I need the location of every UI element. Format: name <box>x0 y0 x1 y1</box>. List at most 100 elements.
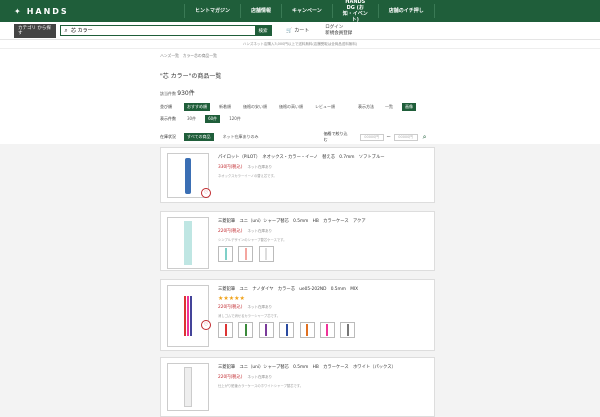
rating-stars[interactable]: ★★★★★ <box>218 295 359 302</box>
sort-reviews[interactable]: レビュー順 <box>312 103 338 111</box>
nav-store-info[interactable]: 店舗情報 <box>240 4 281 18</box>
favorite-heart-icon[interactable]: ♡ <box>201 320 211 330</box>
lead-case-blue-image <box>185 157 191 194</box>
cart-label: カート <box>294 28 310 34</box>
product-price: 330円(税込) <box>218 165 243 170</box>
search-bar-area: カテゴリ から探す ⌕ 検索 🛒 カート ログイン 新規会員登録 <box>0 22 600 40</box>
breadcrumb[interactable]: ハンズ一覧 カラー芯の商品一覧 <box>160 49 440 59</box>
per-page-120[interactable]: 120件 <box>226 115 244 123</box>
results-header: ハンズ一覧 カラー芯の商品一覧 "芯 カラー"の商品一覧 該当件数 930件 並… <box>0 49 600 144</box>
logo[interactable]: ✦ HANDS <box>14 7 184 16</box>
product-description: シンプルデザインのシャープ替芯ケースです。 <box>218 238 287 242</box>
cart-icon: 🛒 <box>286 27 293 34</box>
cart-link[interactable]: 🛒 カート <box>286 27 310 35</box>
stock-status: ネット在庫あり <box>247 229 272 233</box>
search-button[interactable]: 検索 <box>255 25 271 36</box>
product-card[interactable]: 三菱鉛筆 ユニ（uni）シャープ替芯 0.5mm HB カラーケース ホワイト（… <box>160 357 435 417</box>
product-info: 三菱鉛筆 ユニ（uni）シャープ替芯 0.5mm HB カラーケース アクア 2… <box>218 218 366 262</box>
search-input[interactable] <box>71 26 255 35</box>
nav-store-picks[interactable]: 店舗のイチ押し <box>377 4 435 18</box>
sort-newest[interactable]: 新着順 <box>216 103 234 111</box>
sort-price-high[interactable]: 価格の高い順 <box>276 103 306 111</box>
variant-aqua[interactable] <box>218 246 233 262</box>
product-info: 三菱鉛筆 ユニ ナノダイヤ カラー芯 ue05-202ND 0.5mm MIX … <box>218 286 359 338</box>
product-description: 仕上がり鉛筆カラーケースのホワイトシャープ替芯です。 <box>218 384 304 388</box>
product-info: 三菱鉛筆 ユニ（uni）シャープ替芯 0.5mm HB カラーケース ホワイト（… <box>218 364 396 388</box>
product-name[interactable]: 三菱鉛筆 ユニ ナノダイヤ カラー芯 ue05-202ND 0.5mm MIX <box>218 286 359 292</box>
result-count: 該当件数 930件 <box>160 88 440 97</box>
sort-row: 並び順 おすすめ順 新着順 価格の安い順 価格の高い順 レビュー順 表示方法 一… <box>160 103 440 111</box>
product-image[interactable] <box>167 217 209 269</box>
variant-white[interactable] <box>258 246 274 262</box>
nav-hands-dg[interactable]: HANDS DG (お知・イベント) <box>331 0 378 23</box>
page-title: "芯 カラー"の商品一覧 <box>160 73 222 80</box>
product-info: パイロット（PILOT） ネオックス・カラー・イーノ 替え芯 0.7mm ソフト… <box>218 154 385 178</box>
count-label: 該当件数 <box>160 91 176 96</box>
top-nav: ✦ HANDS ヒントマガジン 店舗情報 キャンペーン HANDS DG (お知… <box>0 0 600 23</box>
product-name[interactable]: 三菱鉛筆 ユニ（uni）シャープ替芯 0.5mm HB カラーケース ホワイト（… <box>218 364 396 370</box>
product-price: 220円(税込) <box>218 375 243 380</box>
display-image[interactable]: 画像 <box>402 103 416 111</box>
variant-red[interactable] <box>218 322 233 338</box>
variant-blue[interactable] <box>279 322 295 338</box>
stock-online[interactable]: ネット在庫ありのみ <box>220 133 262 141</box>
lead-navy-image <box>190 296 192 336</box>
product-name[interactable]: パイロット（PILOT） ネオックス・カラー・イーノ 替え芯 0.7mm ソフト… <box>218 154 385 160</box>
category-button[interactable]: カテゴリ から探す <box>14 23 56 38</box>
price-min-input[interactable]: 00000円 <box>359 133 384 141</box>
stock-label: 在庫状況 <box>160 134 176 139</box>
lead-red-image <box>184 296 186 336</box>
stock-row: 在庫状況 すべての商品 ネット在庫ありのみ 価格で絞り込む 00000円 〜 0… <box>160 131 440 143</box>
stock-all[interactable]: すべての商品 <box>184 133 214 141</box>
sort-recommended[interactable]: おすすめ順 <box>184 103 210 111</box>
product-card[interactable]: 三菱鉛筆 ユニ（uni）シャープ替芯 0.5mm HB カラーケース アクア 2… <box>160 211 435 271</box>
product-description: 消しゴムで消せるカラーシャープ芯です。 <box>218 314 281 318</box>
nav-campaign[interactable]: キャンペーン <box>281 4 332 18</box>
stock-status: ネット在庫あり <box>247 375 272 379</box>
price-filter-label: 価格で絞り込む <box>323 131 348 142</box>
lead-case-white-image <box>184 367 192 407</box>
product-price: 220円(税込) <box>218 229 243 234</box>
variant-gray[interactable] <box>340 322 356 338</box>
favorite-heart-icon[interactable]: ♡ <box>201 188 211 198</box>
product-price: 220円(税込) <box>218 305 243 310</box>
per-page-30[interactable]: 30件 <box>184 115 199 123</box>
price-search-icon[interactable]: ⌕ <box>423 133 427 142</box>
product-card[interactable]: ♡ パイロット（PILOT） ネオックス・カラー・イーノ 替え芯 0.7mm ソ… <box>160 147 435 203</box>
product-name[interactable]: 三菱鉛筆 ユニ（uni）シャープ替芯 0.5mm HB カラーケース アクア <box>218 218 366 224</box>
per-page-60[interactable]: 60件 <box>205 115 221 123</box>
register-link[interactable]: 新規会員登録 <box>325 31 352 37</box>
search-box: ⌕ 検索 <box>60 25 272 36</box>
logo-text: HANDS <box>26 6 69 16</box>
account-links: ログイン 新規会員登録 <box>325 25 352 37</box>
price-max-input[interactable]: 00000円 <box>393 133 418 141</box>
product-card[interactable]: ♡ 三菱鉛筆 ユニ ナノダイヤ カラー芯 ue05-202ND 0.5mm MI… <box>160 279 435 351</box>
variant-orange[interactable] <box>299 322 315 338</box>
hands-logo-icon: ✦ <box>14 6 23 16</box>
sort-label: 並び順 <box>160 104 172 109</box>
product-image[interactable] <box>167 285 209 347</box>
per-page-label: 表示件数 <box>160 116 176 121</box>
variant-purple[interactable] <box>258 322 274 338</box>
variant-pink[interactable] <box>238 246 254 262</box>
main-nav: ヒントマガジン 店舗情報 キャンペーン HANDS DG (お知・イベント) 店… <box>184 0 435 23</box>
nav-hint-magazine[interactable]: ヒントマガジン <box>184 4 240 18</box>
variant-green[interactable] <box>238 322 254 338</box>
shipping-notice[interactable]: ハンズネット店購入3,000円以上で送料無料(店舗受取は全商品送料無料) <box>0 40 600 49</box>
count-row: 表示件数 30件 60件 120件 <box>160 115 440 123</box>
price-range-separator: 〜 <box>386 134 391 139</box>
lead-case-aqua-image <box>184 221 192 265</box>
sort-price-low[interactable]: 価格の安い順 <box>240 103 270 111</box>
color-variants <box>218 246 366 262</box>
stock-status: ネット在庫あり <box>247 165 272 169</box>
color-variants <box>218 322 359 338</box>
display-label: 表示方法 <box>358 104 374 109</box>
display-list[interactable]: 一覧 <box>382 103 396 111</box>
search-icon: ⌕ <box>64 26 68 34</box>
lead-pink-image <box>187 296 189 336</box>
product-description: ネオックスカラーイーノの替え芯です。 <box>218 174 277 178</box>
stock-status: ネット在庫あり <box>247 305 272 309</box>
variant-pink[interactable] <box>319 322 335 338</box>
count-value: 930件 <box>177 90 195 97</box>
product-image[interactable] <box>167 363 209 411</box>
